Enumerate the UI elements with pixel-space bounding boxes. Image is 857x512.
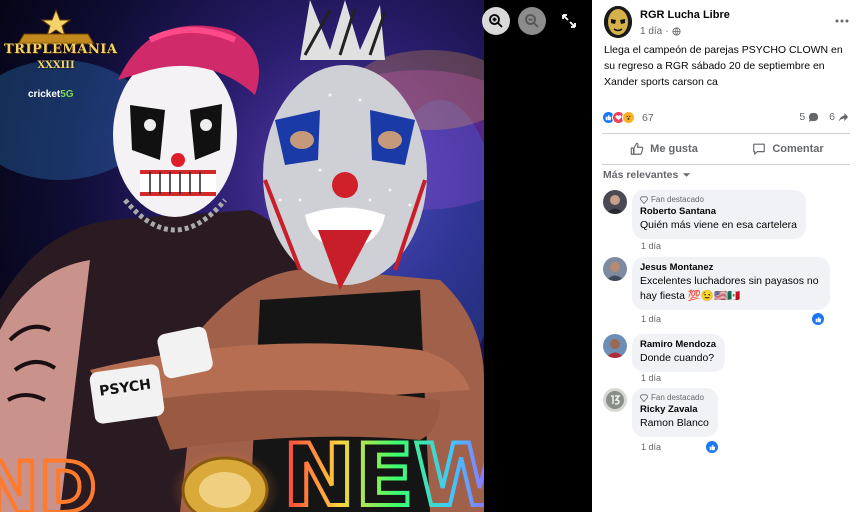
post-time[interactable]: 1 día: [640, 26, 662, 37]
caret-down-icon: [683, 173, 691, 177]
post-meta: 1 día ·: [640, 26, 681, 37]
comment-time[interactable]: 1 día: [641, 314, 661, 324]
comment-bubble: Fan destacado Roberto Santana Quién más …: [632, 190, 807, 239]
share-icon: [838, 112, 849, 122]
zoom-out-icon: [525, 14, 539, 28]
like-label: Me gusta: [650, 143, 698, 155]
comment-count[interactable]: 5: [799, 111, 819, 123]
wow-reaction-icon: [622, 111, 635, 124]
engagement-counts: 5 6: [799, 111, 849, 123]
media-viewer: PSYCH NEW ND TRIPLEMANIA XXXIII cricket5…: [0, 0, 592, 512]
share-count[interactable]: 6: [829, 111, 849, 123]
sponsor-brand: cricket: [28, 89, 61, 100]
like-reaction-icon: [709, 444, 715, 450]
commenter-avatar[interactable]: [603, 388, 627, 412]
commenter-name[interactable]: Jesus Montanez: [640, 262, 821, 273]
comment-text: Quién más viene en esa cartelera: [640, 219, 798, 231]
comment-like-badge[interactable]: [811, 312, 825, 326]
like-button[interactable]: Me gusta: [602, 134, 726, 164]
user-photo-icon: [603, 334, 627, 358]
sponsor-logo: cricket5G: [28, 89, 74, 100]
sort-label: Más relevantes: [603, 169, 679, 181]
comment-icon: [753, 143, 766, 155]
commenter-name[interactable]: Ricky Zavala: [640, 404, 709, 415]
more-options-icon: [835, 19, 849, 23]
user-photo-icon: [603, 388, 627, 412]
comment-time[interactable]: 1 día: [641, 241, 661, 251]
reaction-count: 67: [642, 111, 654, 124]
comment-bubble: Fan destacado Ricky Zavala Ramon Blanco: [632, 388, 718, 437]
logo-word: TRIPLEMANIA: [4, 42, 118, 57]
comment-sort-dropdown[interactable]: Más relevantes: [603, 169, 691, 181]
post-text: Llega el campeón de parejas PSYCHO CLOWN…: [604, 44, 843, 88]
triplemania-logo: TRIPLEMANIA XXXIII cricket5G: [4, 8, 118, 100]
mask-logo-icon: [604, 6, 632, 38]
comment-text: Donde cuando?: [640, 352, 715, 364]
commenter-name[interactable]: Roberto Santana: [640, 206, 797, 217]
comment-bubble: Jesus Montanez Excelentes luchadores sin…: [632, 257, 830, 310]
top-fan-badge: Fan destacado: [640, 195, 797, 204]
thumbs-up-icon: [630, 142, 644, 155]
commenter-name[interactable]: Ramiro Mendoza: [640, 339, 716, 350]
comment-button[interactable]: Comentar: [726, 134, 850, 164]
commenter-avatar[interactable]: [603, 257, 627, 281]
like-reaction-icon: [815, 316, 821, 322]
banner-text: NEW: [283, 426, 484, 512]
diamond-icon: [640, 195, 648, 204]
sponsor-suffix: 5G: [60, 89, 74, 100]
comment-time[interactable]: 1 día: [641, 442, 661, 452]
post-photo[interactable]: PSYCH NEW ND TRIPLEMANIA XXXIII cricket5…: [0, 0, 484, 512]
post-panel: RGR Lucha Libre 1 día · Llega el campeón…: [592, 0, 857, 512]
fullscreen-button[interactable]: [560, 12, 578, 30]
comment-label: Comentar: [772, 143, 824, 155]
post-header: RGR Lucha Libre 1 día ·: [604, 6, 849, 42]
user-photo-icon: [603, 190, 627, 214]
divider-bottom: [602, 164, 850, 165]
logo-number: XXXIII: [37, 60, 75, 71]
commenter-avatar[interactable]: [603, 190, 627, 214]
page-name[interactable]: RGR Lucha Libre: [640, 9, 730, 21]
post-actions: Me gusta Comentar: [602, 134, 850, 164]
zoom-in-button[interactable]: [482, 7, 510, 35]
expand-icon: [562, 14, 576, 28]
comment-text: Ramon Blanco: [640, 417, 709, 429]
zoom-in-icon: [489, 14, 503, 28]
comment-bubble-icon: [809, 112, 819, 122]
more-options-button[interactable]: [835, 10, 849, 26]
page-avatar[interactable]: [604, 6, 632, 38]
diamond-icon: [640, 393, 648, 402]
comment-bubble: Ramiro Mendoza Donde cuando?: [632, 334, 726, 372]
reaction-summary[interactable]: 67: [602, 111, 654, 124]
zoom-out-button[interactable]: [518, 7, 546, 35]
comment-like-badge[interactable]: [705, 440, 719, 454]
globe-icon: [672, 27, 681, 36]
top-fan-badge: Fan destacado: [640, 393, 709, 402]
user-photo-icon: [603, 257, 627, 281]
comment-text: Excelentes luchadores sin payasos no hay…: [640, 275, 819, 302]
comment-time[interactable]: 1 día: [641, 373, 661, 383]
svg-text:ND: ND: [0, 447, 97, 512]
commenter-avatar[interactable]: [603, 334, 627, 358]
